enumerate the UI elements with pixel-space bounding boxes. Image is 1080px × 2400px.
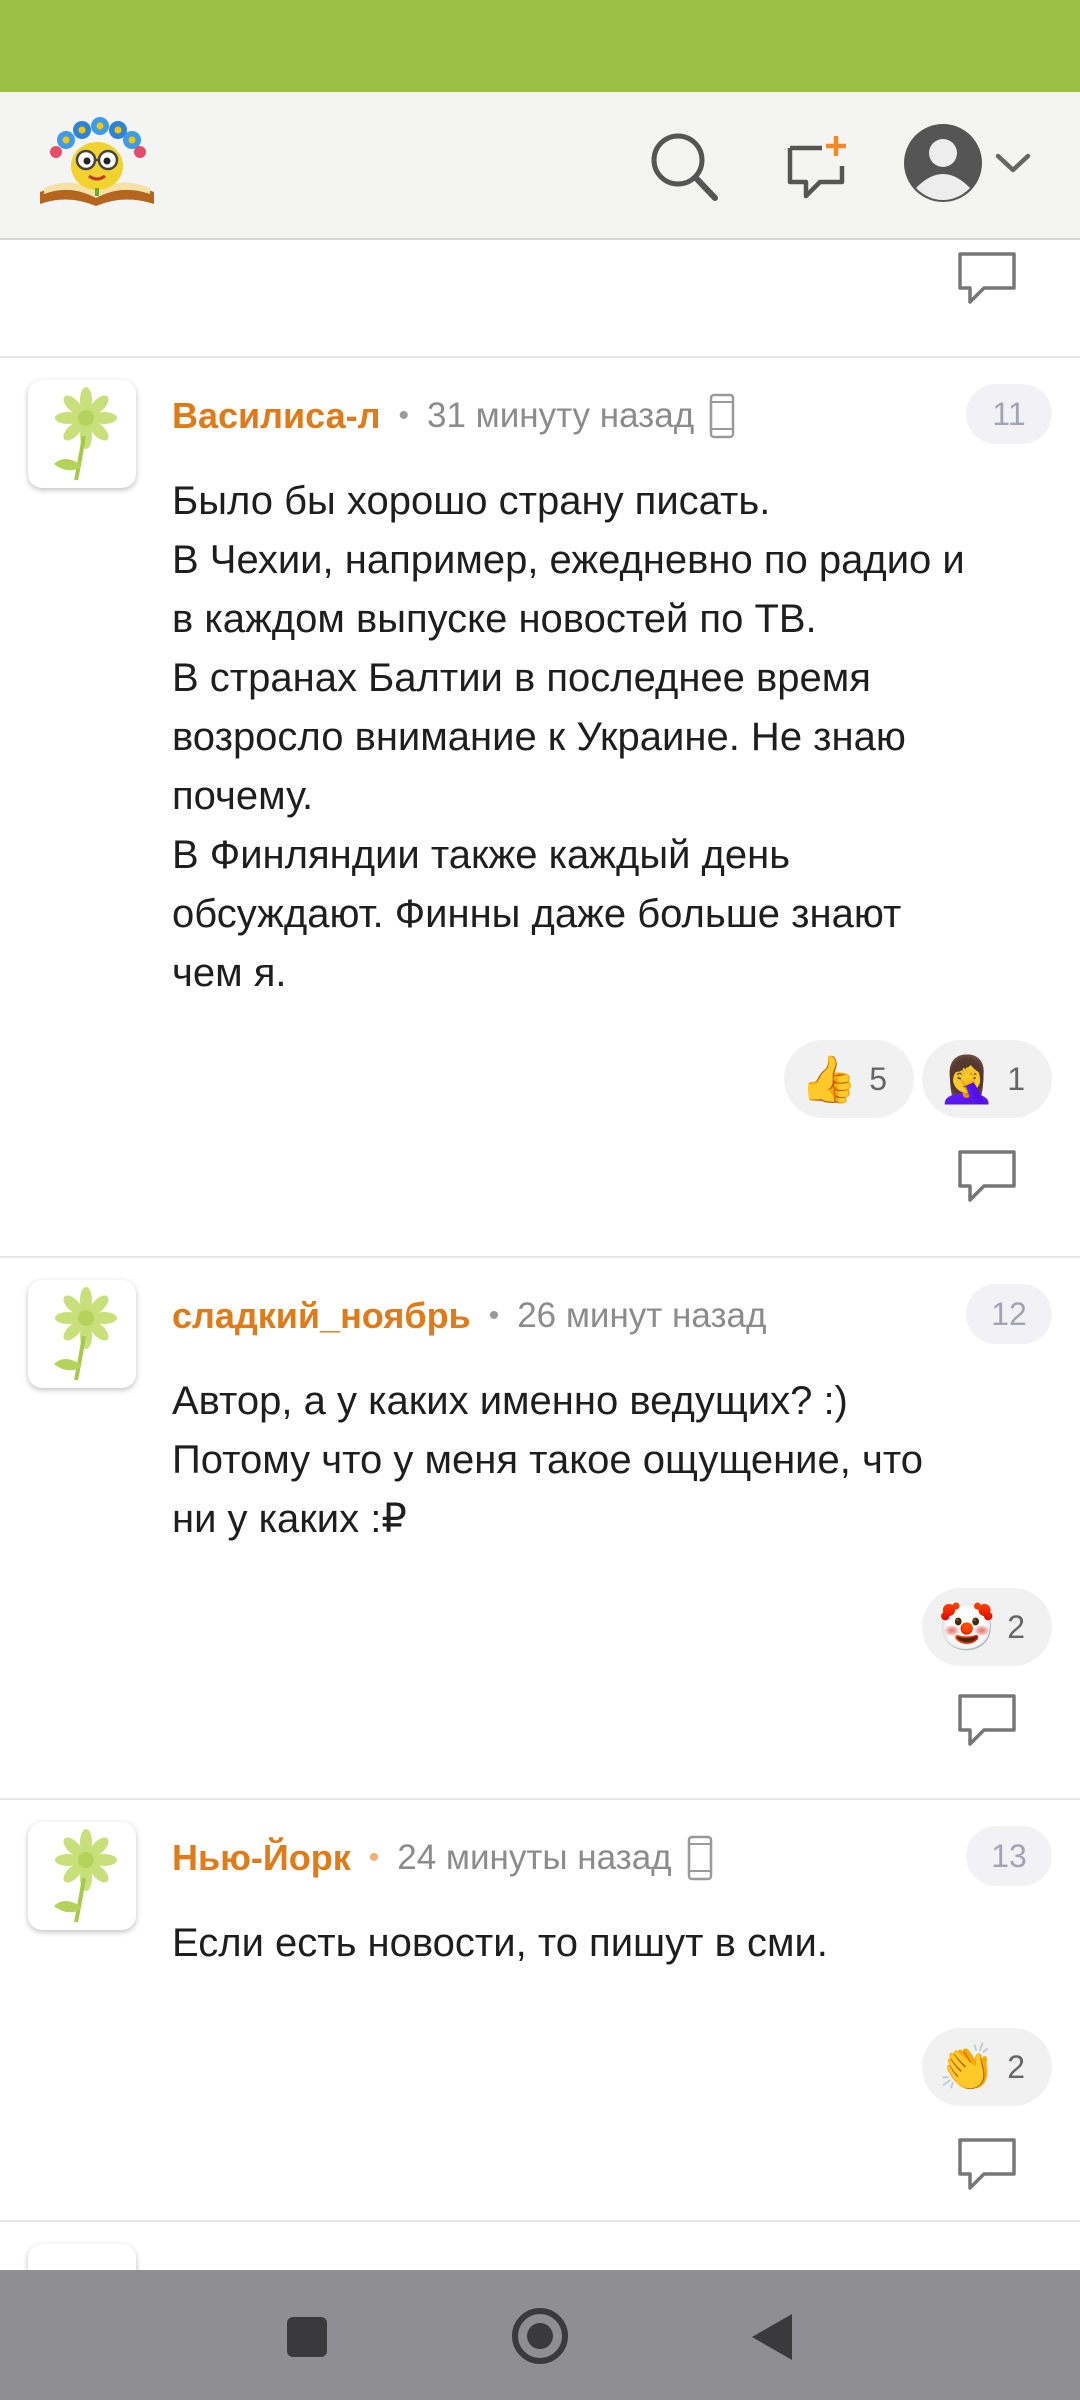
flower-avatar-icon <box>54 1287 117 1381</box>
comment-number[interactable]: 12 <box>966 1284 1052 1344</box>
search-icon[interactable] <box>648 130 720 204</box>
reply-icon[interactable] <box>956 1148 1018 1204</box>
author-avatar[interactable] <box>28 380 136 488</box>
comment-time: 31 минуту назад <box>427 396 695 435</box>
author-name[interactable]: сладкий_ноябрь <box>172 1295 471 1337</box>
comment-text: Было бы хорошо страну писать. В Чехии, н… <box>172 472 1052 1003</box>
clapping-hands-icon: 👏 <box>938 2040 996 2094</box>
comment-number[interactable]: 11 <box>966 384 1052 444</box>
reaction-count: 5 <box>869 1060 888 1097</box>
text-line: чем я. <box>172 951 287 995</box>
mobile-device-icon <box>687 1835 712 1881</box>
mobile-device-icon <box>709 393 735 439</box>
home-circle-icon[interactable] <box>510 2306 570 2366</box>
reaction-clap[interactable]: 👏 2 <box>922 2028 1052 2106</box>
reaction-thumbs-up[interactable]: 👍 5 <box>784 1040 914 1118</box>
meta-separator: • <box>488 1299 500 1332</box>
reaction-clown[interactable]: 🤡 2 <box>922 1588 1052 1666</box>
facepalm-icon: 🤦‍♀️ <box>938 1052 996 1106</box>
reply-icon[interactable] <box>956 1692 1018 1748</box>
comment-time: 24 минуты назад <box>397 1838 672 1877</box>
text-line: Автор, а у каких именно ведущих? :) <box>172 1379 848 1423</box>
new-post-icon[interactable] <box>780 132 852 204</box>
author-avatar[interactable] <box>28 2244 136 2270</box>
comments-feed[interactable]: Василиса-л • 31 минуту назад 11 Было бы … <box>0 240 1080 2270</box>
text-line: в каждом выпуске новостей по ТВ. <box>172 597 817 641</box>
thumbs-up-icon: 👍 <box>800 1052 858 1106</box>
system-nav-bar <box>0 2270 1080 2400</box>
comment-text: Автор, а у каких именно ведущих? :) Пото… <box>172 1372 1052 1549</box>
comment-meta: Нью-Йорк • 24 минуты назад <box>172 1834 714 1882</box>
comment-item: Нью-Йорк • 24 минуты назад 13 Если есть … <box>0 1800 1080 2220</box>
text-line: В Финляндии также каждый день <box>172 833 791 877</box>
back-triangle-icon[interactable] <box>750 2312 794 2362</box>
meta-separator: • <box>368 1841 380 1874</box>
flower-avatar-icon <box>54 1829 117 1923</box>
reply-icon[interactable] <box>956 250 1018 306</box>
text-line: ни у каких :₽ <box>172 1497 407 1541</box>
comment-meta: сладкий_ноябрь • 26 минут назад <box>172 1292 766 1340</box>
author-name[interactable]: Василиса-л <box>172 395 381 437</box>
clown-icon: 🤡 <box>938 1600 996 1654</box>
reaction-count: 2 <box>1007 1608 1026 1645</box>
comment-meta: Василиса-л • 31 минуту назад <box>172 392 736 440</box>
chevron-down-icon[interactable] <box>994 152 1032 176</box>
comment-item: Василиса-л • 31 минуту назад 11 Было бы … <box>0 358 1080 1202</box>
text-line: почему. <box>172 774 314 818</box>
meta-separator: • <box>398 399 410 432</box>
reaction-facepalm[interactable]: 🤦‍♀️ 1 <box>922 1040 1052 1118</box>
author-avatar[interactable] <box>28 1822 136 1930</box>
comment-text: Если есть новости, то пишут в сми. <box>172 1914 1052 1973</box>
text-line: В Чехии, например, ежедневно по радио и <box>172 538 965 582</box>
status-bar <box>0 0 1080 92</box>
text-line: В странах Балтии в последнее время <box>172 656 871 700</box>
text-line: Если есть новости, то пишут в сми. <box>172 1921 828 1965</box>
author-name[interactable]: Нью-Йорк <box>172 1837 351 1879</box>
user-avatar-icon[interactable] <box>902 122 984 204</box>
comment-divider <box>0 2220 1080 2222</box>
flower-avatar-icon <box>54 387 117 481</box>
text-line: Было бы хорошо страну писать. <box>172 479 771 523</box>
app-header <box>0 92 1080 240</box>
comment-number[interactable]: 13 <box>966 1826 1052 1886</box>
reaction-count: 1 <box>1007 1060 1026 1097</box>
text-line: возросло внимание к Украине. Не знаю <box>172 715 906 759</box>
site-logo[interactable] <box>34 110 160 210</box>
author-avatar[interactable] <box>28 1280 136 1388</box>
text-line: Потому что у меня такое ощущение, что <box>172 1438 923 1482</box>
comment-time: 26 минут назад <box>517 1296 767 1335</box>
text-line: обсуждают. Финны даже больше знают <box>172 892 902 936</box>
recents-square-icon[interactable] <box>286 2316 328 2358</box>
reaction-count: 2 <box>1007 2048 1026 2085</box>
reply-icon[interactable] <box>956 2136 1018 2192</box>
comment-item: сладкий_ноябрь • 26 минут назад 12 Автор… <box>0 1258 1080 1778</box>
